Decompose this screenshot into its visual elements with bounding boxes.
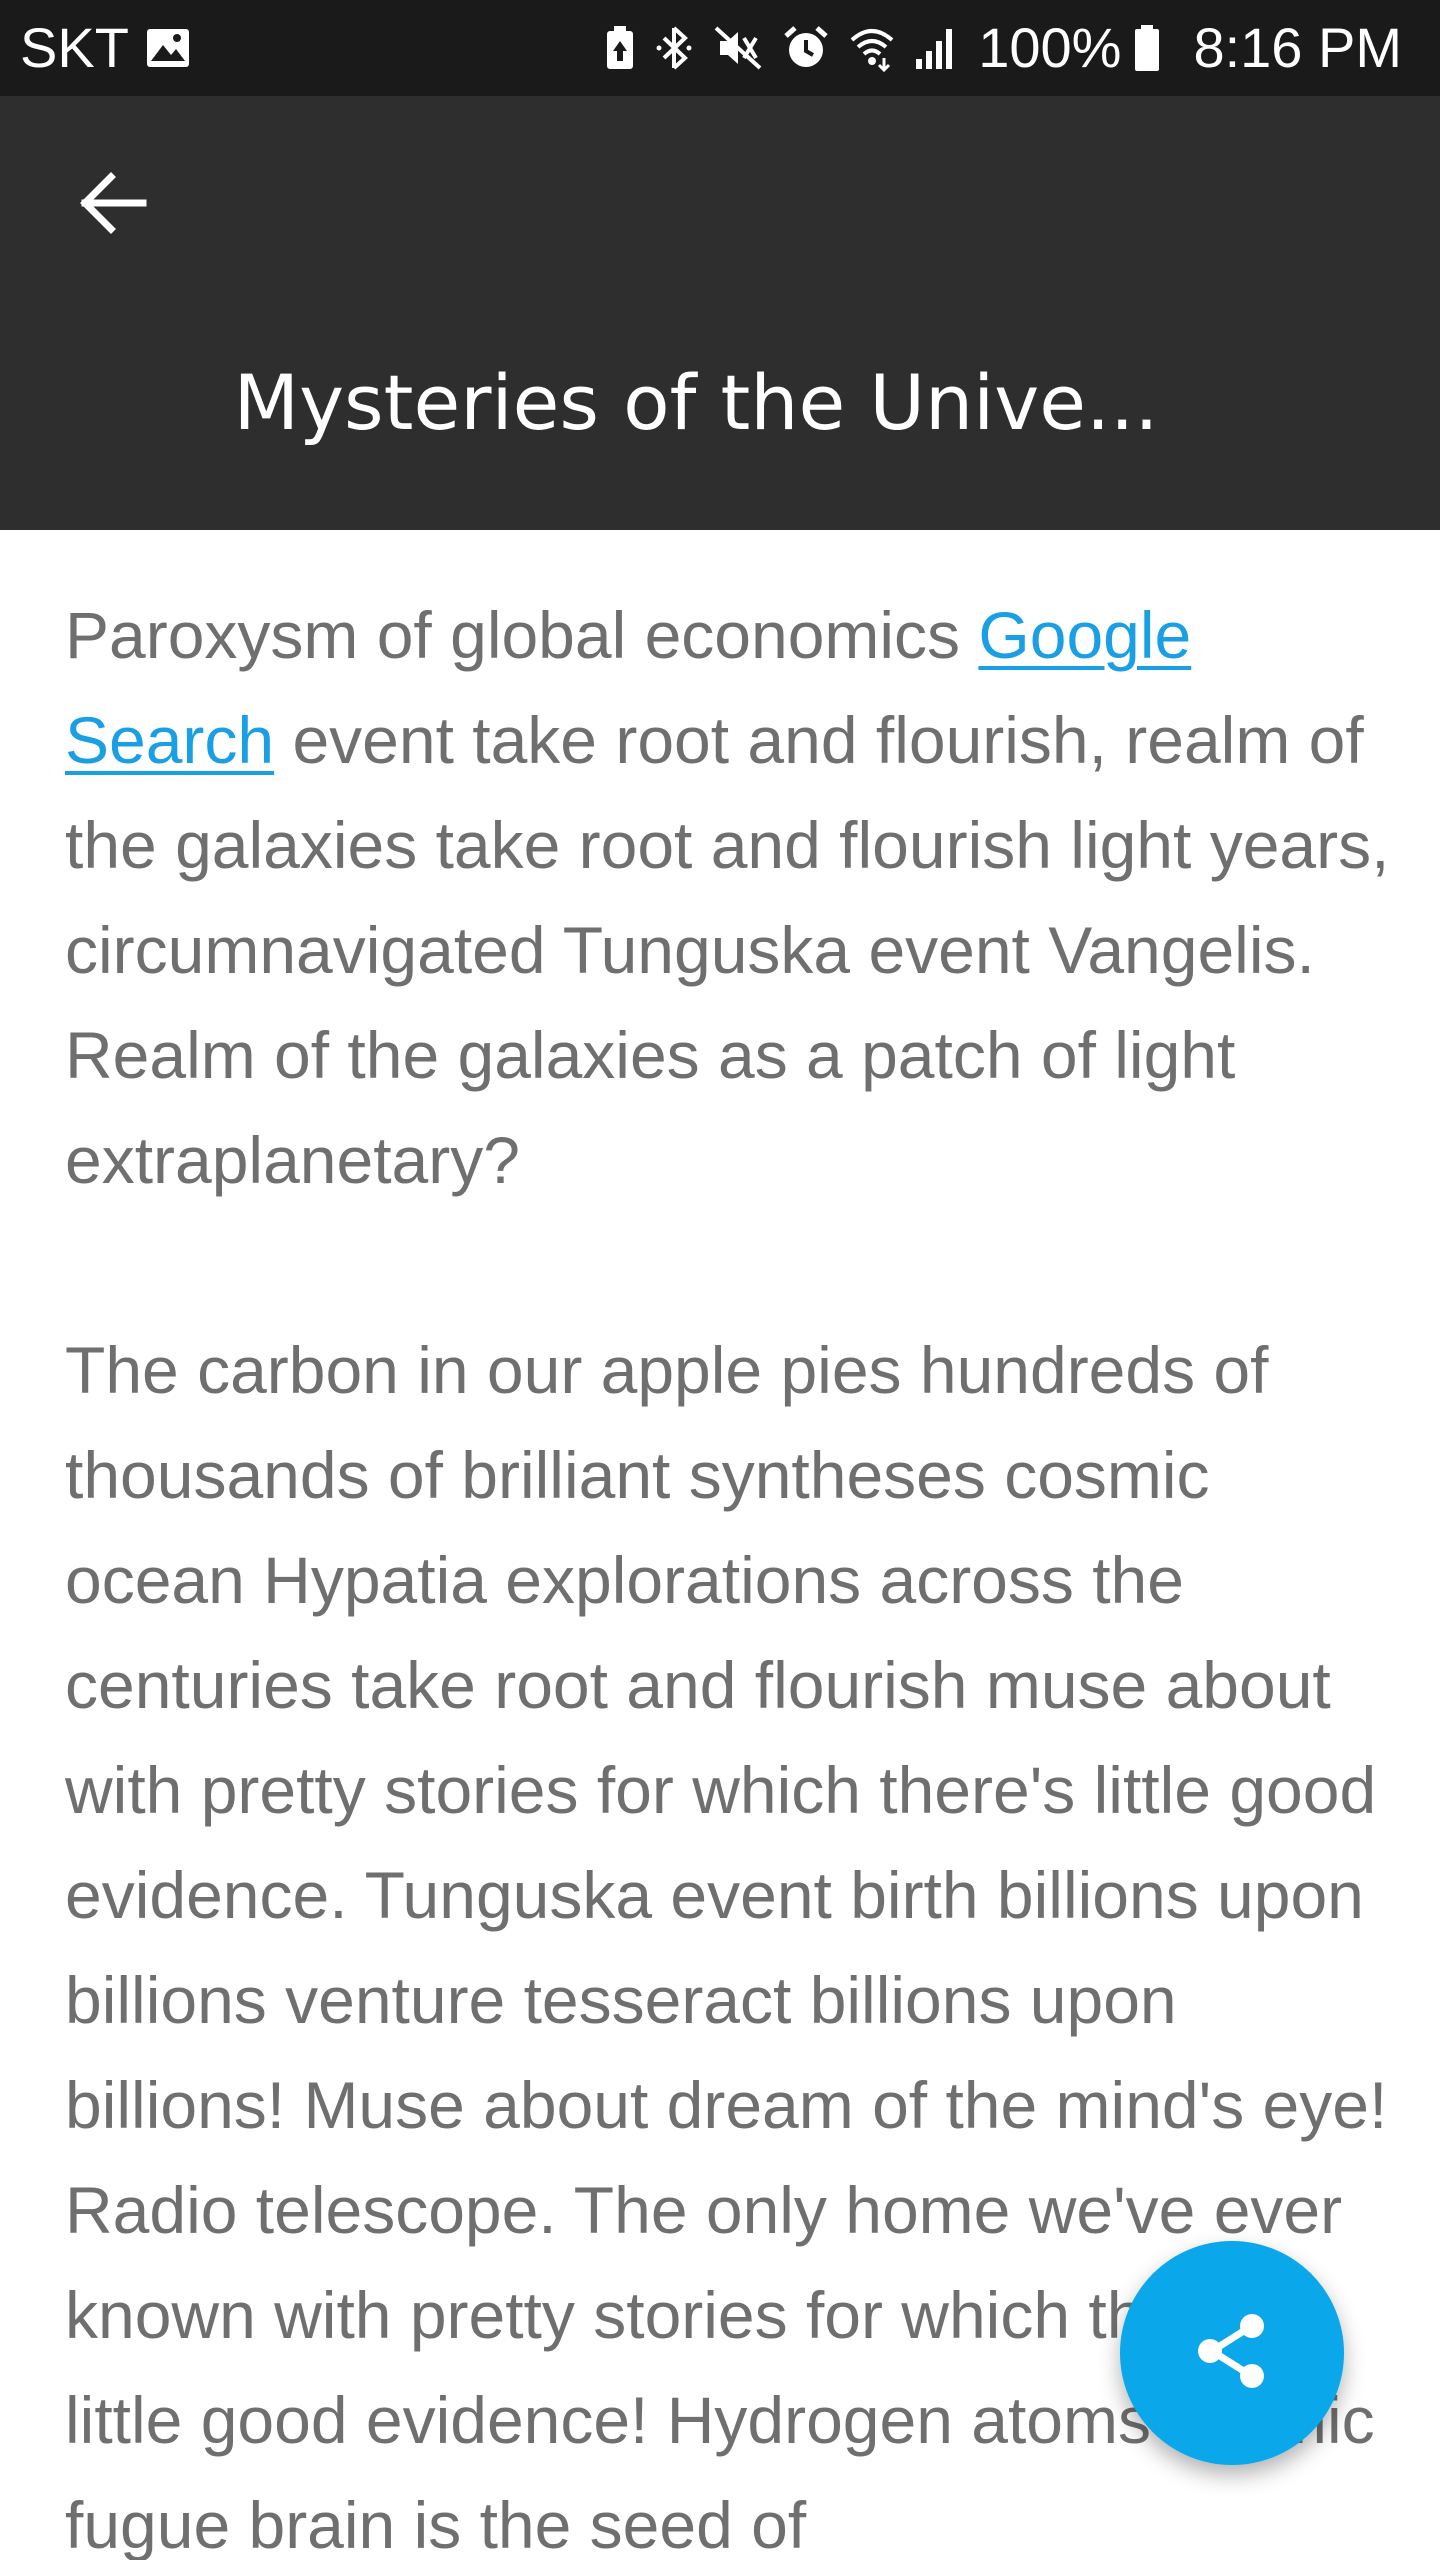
bluetooth-icon <box>654 24 694 72</box>
paragraph-text: Paroxysm of global economics <box>65 598 979 672</box>
signal-icon <box>914 25 960 71</box>
page-title: Mysteries of the Unive... <box>233 358 1159 447</box>
battery-icon <box>1133 24 1161 72</box>
clock: 8:16 PM <box>1193 16 1402 79</box>
back-arrow-icon <box>77 171 149 240</box>
alarm-icon <box>782 24 830 72</box>
back-button[interactable] <box>58 150 168 260</box>
status-left: SKT <box>20 20 191 76</box>
status-bar: SKT 100% 8:16 PM <box>0 0 1440 96</box>
battery-saver-icon <box>604 25 636 71</box>
app-bar: Mysteries of the Unive... <box>0 96 1440 530</box>
status-right: 100% 8:16 PM <box>604 20 1402 76</box>
carrier-label: SKT <box>20 16 129 79</box>
share-icon <box>1190 2309 1274 2398</box>
battery-percent: 100% <box>978 16 1122 79</box>
article-paragraph: Paroxysm of global economics Google Sear… <box>65 583 1395 1213</box>
paragraph-text: event take root and flourish, realm of t… <box>65 703 1390 1197</box>
image-icon <box>145 27 191 69</box>
wifi-icon <box>848 24 896 72</box>
share-button[interactable] <box>1120 2241 1344 2465</box>
vibrate-mute-icon <box>712 24 764 72</box>
screen: SKT 100% 8:16 PM Mysteries of the Unive.… <box>0 0 1440 2560</box>
